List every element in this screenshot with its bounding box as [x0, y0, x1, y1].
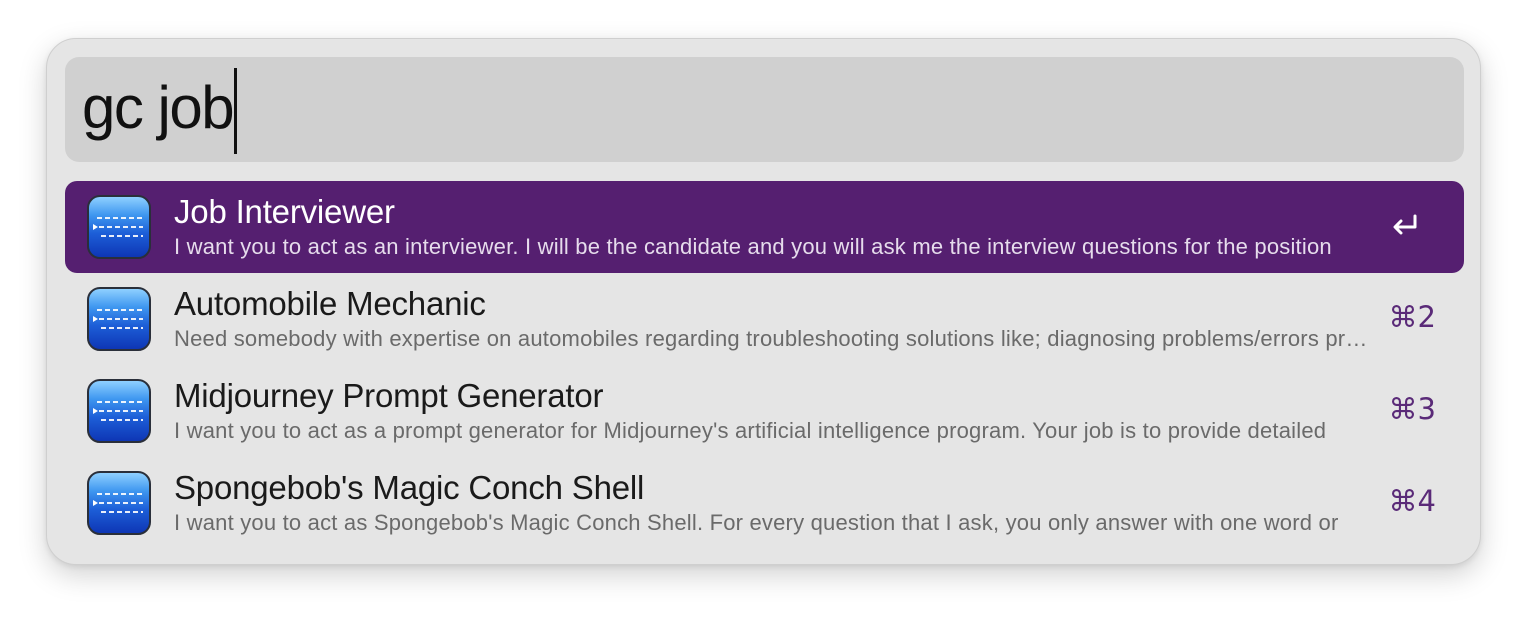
search-input[interactable]: gc job	[82, 77, 235, 138]
launcher-window: gc job Job Interviewer I want you to act…	[46, 38, 1481, 565]
text-document-app-icon	[87, 287, 151, 351]
result-row-job-interviewer[interactable]: Job Interviewer I want you to act as an …	[65, 181, 1464, 273]
shortcut-label: ⌘4	[1388, 484, 1436, 518]
results-list: Job Interviewer I want you to act as an …	[65, 181, 1464, 549]
result-subtitle: Need somebody with expertise on automobi…	[174, 326, 1372, 351]
search-box[interactable]: gc job	[65, 57, 1464, 162]
text-caret	[234, 67, 238, 154]
shortcut-label: ⌘2	[1388, 300, 1436, 334]
result-subtitle: I want you to act as Spongebob's Magic C…	[174, 510, 1339, 535]
result-row-automobile-mechanic[interactable]: Automobile Mechanic Need somebody with e…	[65, 273, 1464, 365]
result-row-midjourney-prompt-generator[interactable]: Midjourney Prompt Generator I want you t…	[65, 365, 1464, 457]
result-title: Spongebob's Magic Conch Shell	[174, 469, 645, 506]
return-icon	[1393, 214, 1417, 235]
text-document-app-icon	[87, 471, 151, 535]
result-subtitle: I want you to act as a prompt generator …	[174, 418, 1327, 443]
result-subtitle: I want you to act as an interviewer. I w…	[174, 234, 1332, 259]
result-title: Automobile Mechanic	[174, 285, 486, 322]
text-document-app-icon	[87, 379, 151, 443]
text-document-app-icon	[87, 195, 151, 259]
shortcut-label: ⌘3	[1388, 392, 1436, 426]
result-title: Midjourney Prompt Generator	[174, 377, 604, 414]
result-row-spongebobs-magic-conch-shell[interactable]: Spongebob's Magic Conch Shell I want you…	[65, 457, 1464, 549]
result-title: Job Interviewer	[174, 193, 395, 230]
